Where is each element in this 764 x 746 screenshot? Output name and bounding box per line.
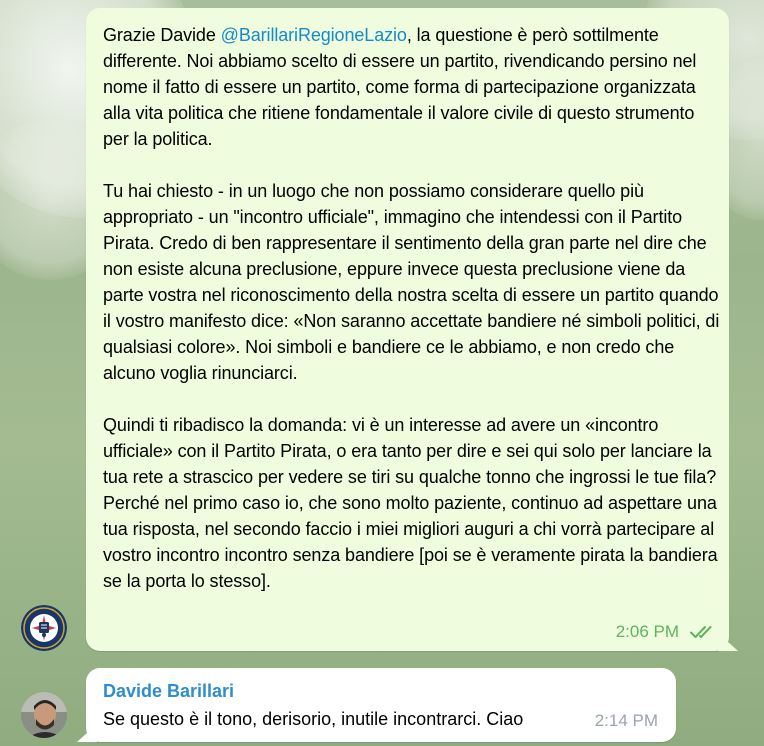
outgoing-message-meta: 2:06 PM	[616, 619, 717, 645]
bubble-tail	[718, 633, 738, 651]
user-photo-icon	[21, 692, 67, 738]
message-time: 2:14 PM	[594, 711, 658, 730]
cia-seal-icon	[21, 605, 67, 651]
message-list[interactable]: Grazie Davide @BarillariRegioneLazio, la…	[0, 0, 764, 746]
user-mention-link[interactable]: @BarillariRegioneLazio	[221, 25, 407, 45]
message-paragraph-2: Tu hai chiesto - in un luogo che non pos…	[103, 181, 720, 383]
message-paragraph-1: Grazie Davide @BarillariRegioneLazio, la…	[103, 22, 723, 152]
bubble-tail	[77, 724, 97, 742]
outgoing-message-bubble[interactable]: Grazie Davide @BarillariRegioneLazio, la…	[86, 8, 738, 651]
sender-name[interactable]: Davide Barillari	[103, 678, 234, 704]
double-check-icon	[690, 626, 712, 638]
incoming-message-text: Se questo è il tono, derisorio, inutile …	[103, 709, 524, 729]
message-time: 2:06 PM	[615, 622, 679, 641]
message-text-segment: Grazie Davide	[103, 25, 221, 45]
message-text-segment: , la questione è però	[406, 25, 568, 45]
cia-seal-avatar[interactable]	[21, 605, 67, 651]
outgoing-message-text: Grazie Davide @BarillariRegioneLazio, la…	[103, 22, 723, 594]
message-paragraph-3: Quindi ti ribadisco la domanda: vi è un …	[103, 415, 718, 591]
incoming-message-bubble[interactable]: Davide Barillari Se questo è il tono, de…	[77, 668, 676, 742]
user-photo-avatar[interactable]	[21, 692, 67, 738]
